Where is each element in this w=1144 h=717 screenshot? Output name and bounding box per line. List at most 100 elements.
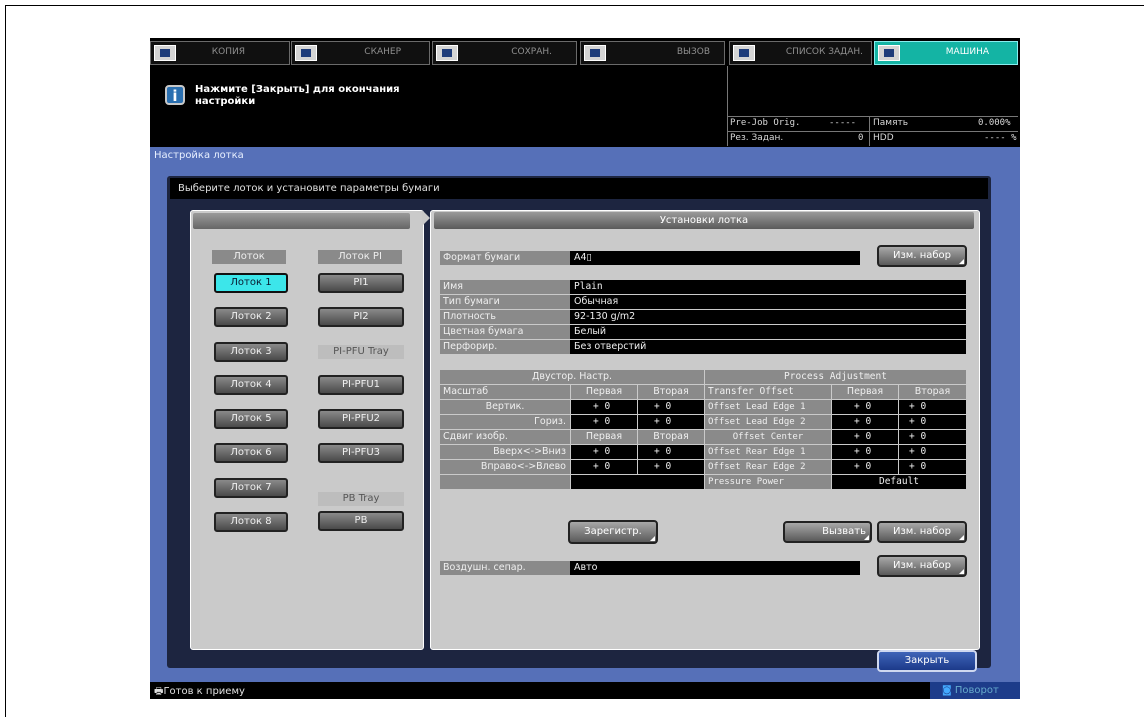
rotate-button[interactable]: ◙ Поворот bbox=[930, 682, 1020, 699]
horizontal-label: Гориз. bbox=[440, 415, 570, 429]
frame-top-border bbox=[5, 5, 1144, 6]
image-shift-label: Сдвиг изобр. bbox=[440, 430, 570, 444]
tray-panel-header bbox=[193, 213, 410, 229]
tray-6-button[interactable]: Лоток 6 bbox=[214, 443, 288, 463]
pb-button[interactable]: PB bbox=[318, 511, 404, 531]
tray-1-button[interactable]: Лоток 1 bbox=[214, 273, 288, 293]
offset-center-first[interactable]: + 0 bbox=[832, 430, 898, 444]
weight-label: Плотность bbox=[440, 310, 570, 324]
air-separation-label: Воздушн. сепар. bbox=[440, 561, 570, 575]
tab-recall[interactable]: ВЫЗОВ bbox=[580, 41, 725, 65]
info-icon: i bbox=[165, 85, 185, 105]
status-divider bbox=[727, 66, 728, 146]
panel-arrow bbox=[422, 210, 430, 226]
lead-edge-1-first[interactable]: + 0 bbox=[832, 400, 898, 414]
pi-pfu3-button[interactable]: PI-PFU3 bbox=[318, 443, 404, 463]
duplex-empty-cell bbox=[440, 475, 570, 489]
paper-size-value: A4▯ bbox=[570, 251, 860, 265]
duplex-empty-value bbox=[571, 475, 704, 489]
pi-tray-column-header: Лоток PI bbox=[318, 250, 402, 264]
rightleft-second-value[interactable]: + 0 bbox=[638, 460, 704, 474]
instruction-text: Выберите лоток и установите параметры бу… bbox=[178, 183, 440, 194]
horizontal-first-value[interactable]: + 0 bbox=[571, 415, 637, 429]
tray-column-header: Лоток bbox=[212, 250, 286, 264]
screen-title: Настройка лотка bbox=[154, 150, 244, 161]
rear-edge-1-second[interactable]: + 0 bbox=[899, 445, 966, 459]
pi-pfu1-button[interactable]: PI-PFU1 bbox=[318, 375, 404, 395]
air-separation-value: Авто bbox=[570, 561, 860, 575]
shift-second-header: Вторая bbox=[638, 430, 704, 444]
rightleft-first-value[interactable]: + 0 bbox=[571, 460, 637, 474]
lead-edge-2-label: Offset Lead Edge 2 bbox=[705, 415, 831, 429]
tab-save[interactable]: СОХРАН. bbox=[432, 41, 577, 65]
shift-first-header: Первая bbox=[571, 430, 637, 444]
paper-size-label: Формат бумаги bbox=[440, 251, 570, 265]
name-label: Имя bbox=[440, 280, 570, 294]
tab-copy[interactable]: КОПИЯ bbox=[150, 41, 290, 65]
frame-left-border bbox=[5, 5, 6, 717]
process-first-header: Первая bbox=[832, 385, 898, 399]
process-second-header: Вторая bbox=[899, 385, 966, 399]
offset-center-label: Offset Center bbox=[705, 430, 831, 444]
tray-5-button[interactable]: Лоток 5 bbox=[214, 409, 288, 429]
process-adjustment-header: Process Adjustment bbox=[705, 370, 966, 384]
hdd-label: HDD bbox=[873, 133, 894, 143]
pi-pfu-tray-label: PI-PFU Tray bbox=[318, 345, 404, 359]
status-divider-2 bbox=[869, 116, 870, 146]
tray-settings-header: Установки лотка bbox=[434, 212, 974, 229]
process-change-button[interactable]: Изм. набор bbox=[877, 521, 967, 543]
register-button[interactable]: Зарегистр. bbox=[568, 520, 658, 544]
rotate-icon: ◙ bbox=[942, 685, 955, 696]
tray-3-button[interactable]: Лоток 3 bbox=[214, 342, 288, 362]
updown-second-value[interactable]: + 0 bbox=[638, 445, 704, 459]
tray-2-button[interactable]: Лоток 2 bbox=[214, 307, 288, 327]
rear-edge-2-first[interactable]: + 0 bbox=[832, 460, 898, 474]
updown-label: Вверх<->Вниз bbox=[440, 445, 570, 459]
rear-edge-1-label: Offset Rear Edge 1 bbox=[705, 445, 831, 459]
lead-edge-1-label: Offset Lead Edge 1 bbox=[705, 400, 831, 414]
jobs-value: 0 bbox=[858, 133, 864, 143]
ready-status: 🖶Готов к приему bbox=[154, 686, 245, 697]
air-separation-change-button[interactable]: Изм. набор bbox=[877, 555, 967, 577]
lead-edge-2-second[interactable]: + 0 bbox=[899, 415, 966, 429]
pressure-power-value[interactable]: Default bbox=[832, 475, 966, 489]
paper-type-label: Тип бумаги bbox=[440, 295, 570, 309]
pressure-power-label: Pressure Power bbox=[705, 475, 831, 489]
scale-label: Масштаб bbox=[440, 385, 570, 399]
tab-machine[interactable]: МАШИНА bbox=[874, 41, 1018, 65]
updown-first-value[interactable]: + 0 bbox=[571, 445, 637, 459]
guidance-message: Нажмите [Закрыть] для окончания настройк… bbox=[195, 84, 400, 107]
pi-pfu2-button[interactable]: PI-PFU2 bbox=[318, 409, 404, 429]
paper-size-change-button[interactable]: Изм. набор bbox=[877, 245, 967, 267]
horizontal-second-value[interactable]: + 0 bbox=[638, 415, 704, 429]
memory-label: Память bbox=[873, 118, 909, 128]
lead-edge-1-second[interactable]: + 0 bbox=[899, 400, 966, 414]
scale-second-header: Вторая bbox=[638, 385, 704, 399]
tab-scanner[interactable]: СКАНЕР bbox=[291, 41, 430, 65]
paper-type-value: Обычная bbox=[570, 295, 966, 309]
vertical-second-value[interactable]: + 0 bbox=[638, 400, 704, 414]
rear-edge-1-first[interactable]: + 0 bbox=[832, 445, 898, 459]
rightleft-label: Вправо<->Влево bbox=[440, 460, 570, 474]
lead-edge-2-first[interactable]: + 0 bbox=[832, 415, 898, 429]
rear-edge-2-second[interactable]: + 0 bbox=[899, 460, 966, 474]
recall-button[interactable]: Вызвать bbox=[783, 521, 872, 543]
duplex-header: Двустор. Настр. bbox=[440, 370, 704, 384]
transfer-offset-label: Transfer Offset bbox=[705, 385, 831, 399]
pi1-button[interactable]: PI1 bbox=[318, 273, 404, 293]
close-button[interactable]: Закрыть bbox=[877, 650, 977, 672]
name-value: Plain bbox=[570, 280, 966, 294]
tray-8-button[interactable]: Лоток 8 bbox=[214, 512, 288, 532]
vertical-first-value[interactable]: + 0 bbox=[571, 400, 637, 414]
offset-center-second[interactable]: + 0 bbox=[899, 430, 966, 444]
memory-value: 0.000% bbox=[978, 118, 1011, 128]
color-paper-label: Цветная бумага bbox=[440, 325, 570, 339]
status-line-2 bbox=[727, 131, 1018, 132]
tab-job-list[interactable]: СПИСОК ЗАДАН. bbox=[729, 41, 872, 65]
pi2-button[interactable]: PI2 bbox=[318, 307, 404, 327]
punch-value: Без отверстий bbox=[570, 340, 966, 354]
scale-first-header: Первая bbox=[571, 385, 637, 399]
prejob-label: Pre-Job Orig. bbox=[730, 118, 801, 128]
tray-7-button[interactable]: Лоток 7 bbox=[214, 478, 288, 498]
tray-4-button[interactable]: Лоток 4 bbox=[214, 375, 288, 395]
